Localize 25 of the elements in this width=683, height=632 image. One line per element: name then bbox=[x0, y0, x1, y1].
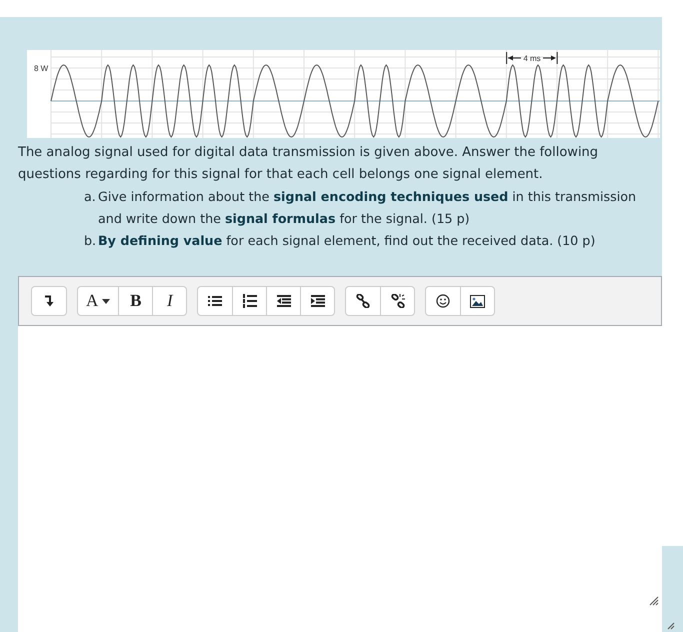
smiley-icon bbox=[436, 294, 450, 308]
outdent-icon bbox=[276, 295, 291, 307]
duration-dimension-arrow bbox=[506, 52, 558, 64]
duration-label: 4 ms bbox=[523, 54, 541, 63]
question-text: The analog signal used for digital data transmission is given above. Answer the following questions regarding for this signal for that each cell belongs one signal element. bbox=[18, 144, 600, 184]
indent-icon bbox=[310, 295, 325, 307]
answer-editor[interactable]: A B I bbox=[18, 276, 662, 632]
caret-icon bbox=[102, 298, 110, 304]
italic-button[interactable]: I bbox=[152, 287, 186, 315]
arrow-down-icon bbox=[44, 295, 54, 307]
bulleted-list-icon bbox=[208, 295, 222, 307]
indent-button[interactable] bbox=[300, 287, 334, 315]
numbered-list-icon bbox=[242, 294, 257, 308]
amplitude-label: 8 W bbox=[34, 64, 48, 73]
broken-link-icon bbox=[390, 294, 405, 308]
list-marker: a. bbox=[84, 188, 97, 206]
image-icon bbox=[470, 294, 486, 308]
question-item-text: By defining value for each signal element, find out the received data. (10 p) bbox=[98, 232, 596, 250]
image-button[interactable] bbox=[460, 287, 494, 315]
list-marker: b. bbox=[84, 232, 98, 250]
link-icon bbox=[356, 294, 370, 308]
unlink-button[interactable] bbox=[380, 287, 414, 315]
resize-handle-icon[interactable] bbox=[649, 596, 659, 606]
question-item-text: Give information about the signal encoding techniques used in this transmission and write down the signal formulas for the signal. (15 p) bbox=[98, 188, 638, 228]
resize-handle-icon[interactable] bbox=[667, 622, 675, 630]
